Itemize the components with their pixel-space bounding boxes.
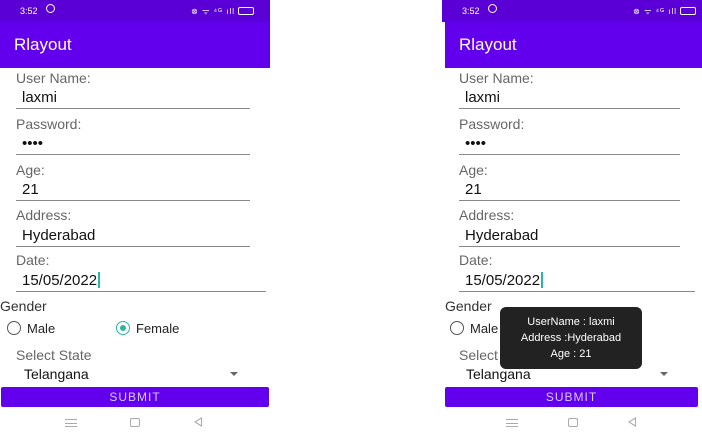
navigation-bar xyxy=(0,411,270,435)
radio-circle xyxy=(7,321,21,335)
text-cursor xyxy=(541,272,543,288)
recents-icon[interactable] xyxy=(506,419,518,427)
toast-line-username: UserName : laxmi xyxy=(527,316,615,328)
home-icon[interactable] xyxy=(568,418,578,427)
phone-screen-left: 3:52 ⊗ ᯤ ⁴ᴳ ıll Rlayout User Name: laxmi… xyxy=(0,0,270,435)
navigation-bar xyxy=(442,411,702,435)
whatsapp-icon xyxy=(46,4,55,13)
toast-line-address: Address :Hyderabad xyxy=(520,332,622,344)
status-bar: 3:52 ⊗ ᯤ ⁴ᴳ ıll xyxy=(0,0,270,22)
battery-icon xyxy=(680,7,696,15)
state-label: Select State xyxy=(16,347,92,363)
username-label: User Name: xyxy=(16,70,91,86)
age-label: Age: xyxy=(459,162,488,178)
address-input[interactable]: Hyderabad xyxy=(459,227,680,247)
toast-message: UserName : laxmi Address :Hyderabad Age … xyxy=(500,307,642,369)
radio-circle-selected xyxy=(116,321,130,335)
password-label: Password: xyxy=(459,116,525,132)
back-icon[interactable] xyxy=(194,417,202,427)
app-title: Rlayout xyxy=(14,35,72,54)
app-bar: Rlayout xyxy=(0,22,270,68)
date-label: Date: xyxy=(459,252,493,268)
dropdown-arrow-icon xyxy=(230,372,238,376)
username-input[interactable]: laxmi xyxy=(16,89,250,109)
radio-male-label: Male xyxy=(470,321,499,336)
signal-icons: ⊗ ᯤ ⁴ᴳ ıll xyxy=(191,6,254,17)
radio-female-label: Female xyxy=(136,321,180,336)
date-input[interactable]: 15/05/2022 xyxy=(459,272,695,292)
app-title: Rlayout xyxy=(459,35,517,54)
battery-icon xyxy=(238,7,254,15)
address-label: Address: xyxy=(16,207,72,223)
address-input[interactable]: Hyderabad xyxy=(16,227,250,247)
date-label: Date: xyxy=(16,252,50,268)
password-input[interactable]: •••• xyxy=(16,135,250,155)
home-icon[interactable] xyxy=(130,418,140,427)
dropdown-arrow-icon xyxy=(660,372,668,376)
app-bar: Rlayout xyxy=(445,22,702,68)
submit-button[interactable]: SUBMIT xyxy=(445,387,698,407)
state-value: Telangana xyxy=(24,366,89,382)
signal-icons: ⊗ ᯤ ⁴ᴳ ıll xyxy=(633,6,696,17)
date-input[interactable]: 15/05/2022 xyxy=(16,272,266,292)
submit-button[interactable]: SUBMIT xyxy=(1,387,269,407)
age-input[interactable]: 21 xyxy=(459,181,680,201)
radio-circle xyxy=(450,321,464,335)
status-time: 3:52 xyxy=(20,6,38,16)
age-input[interactable]: 21 xyxy=(16,181,250,201)
status-bar: 3:52 ⊗ ᯤ ⁴ᴳ ıll xyxy=(442,0,702,22)
recents-icon[interactable] xyxy=(65,419,77,427)
gender-label: Gender xyxy=(445,298,492,314)
phone-screen-right: 3:52 ⊗ ᯤ ⁴ᴳ ıll Rlayout User Name: laxmi… xyxy=(442,0,702,435)
address-label: Address: xyxy=(459,207,515,223)
username-input[interactable]: laxmi xyxy=(459,89,680,109)
whatsapp-icon xyxy=(488,4,497,13)
toast-line-age: Age : 21 xyxy=(550,348,592,360)
age-label: Age: xyxy=(16,162,45,178)
text-cursor xyxy=(98,272,100,288)
status-time: 3:52 xyxy=(462,6,480,16)
radio-male-label: Male xyxy=(27,321,56,336)
password-input[interactable]: •••• xyxy=(459,135,680,155)
username-label: User Name: xyxy=(459,70,534,86)
gender-label: Gender xyxy=(0,298,47,314)
back-icon[interactable] xyxy=(628,417,636,427)
state-spinner[interactable]: Telangana xyxy=(24,366,242,382)
password-label: Password: xyxy=(16,116,82,132)
